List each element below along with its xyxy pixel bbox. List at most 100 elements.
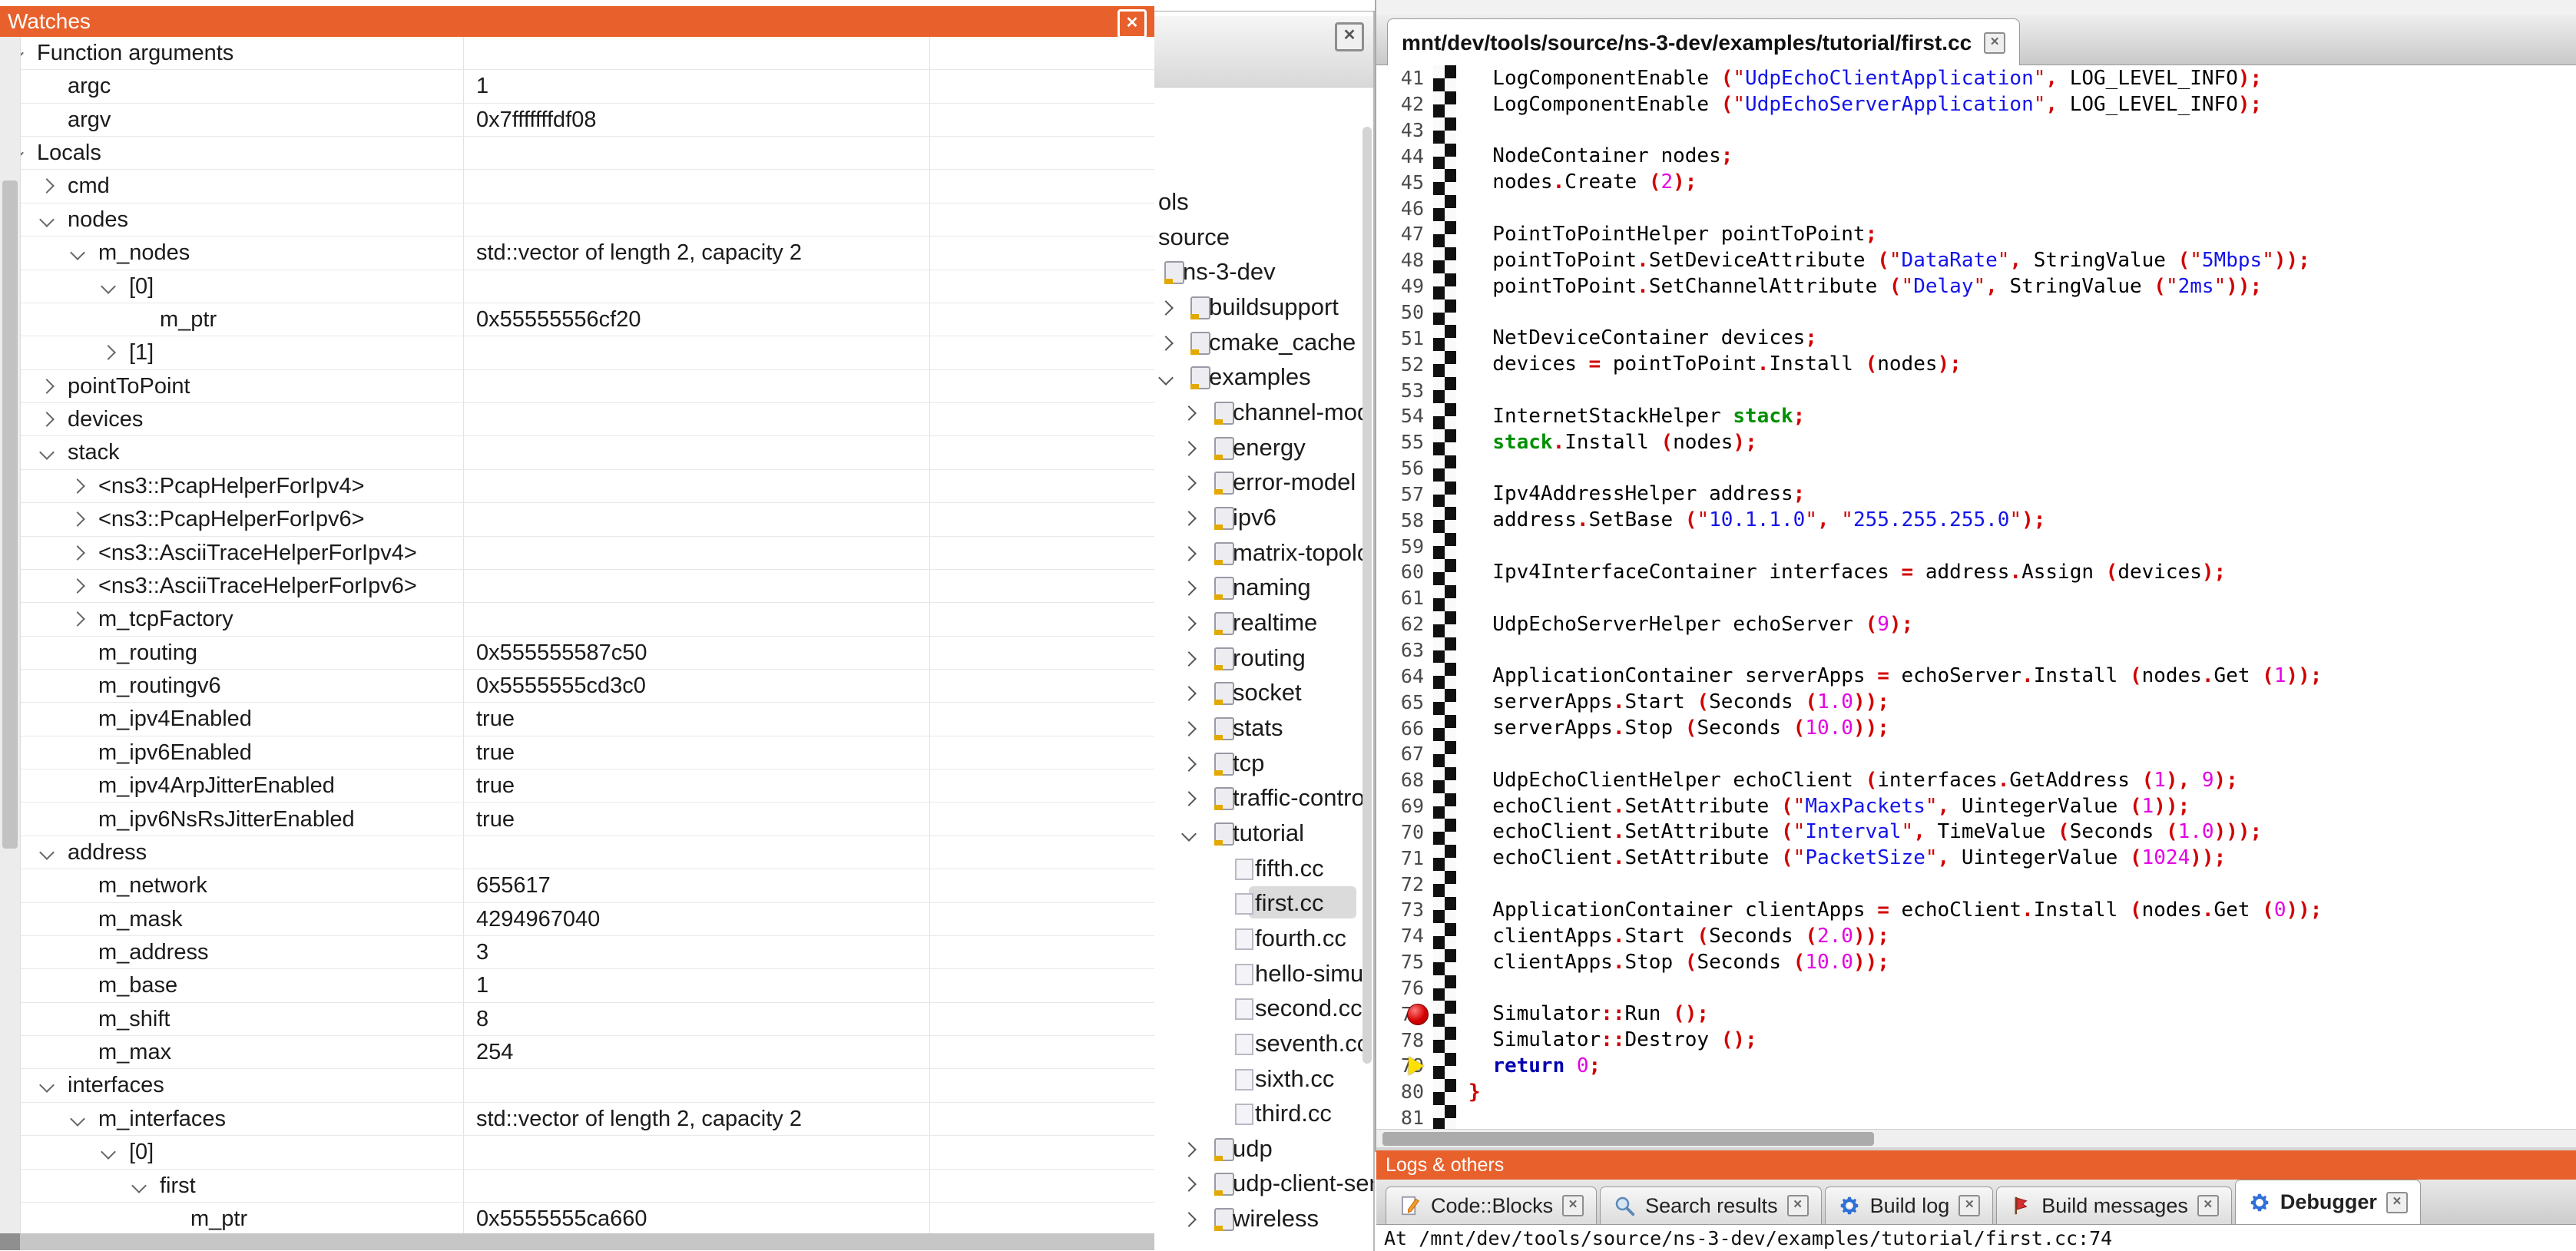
watch-row[interactable]: <ns3::PcapHelperForIpv6> — [0, 503, 1154, 536]
line-number[interactable]: 46 — [1376, 197, 1433, 220]
line-number[interactable]: 47 — [1376, 223, 1433, 245]
chevron-right-icon[interactable] — [1181, 405, 1197, 421]
chevron-down-icon[interactable] — [1158, 370, 1174, 386]
line-number[interactable]: 81 — [1376, 1107, 1433, 1129]
breakpoint-margin[interactable] — [1433, 273, 1456, 300]
chevron-right-icon[interactable] — [1181, 1212, 1197, 1227]
breakpoint-margin[interactable] — [1433, 325, 1456, 351]
watch-row[interactable]: m_address3 — [0, 936, 1154, 969]
chevron-right-icon[interactable] — [70, 478, 85, 494]
line-number[interactable]: 42 — [1376, 93, 1433, 115]
breakpoint-margin[interactable] — [1433, 767, 1456, 793]
code-line-75[interactable]: 75 clientApps.Stop (Seconds (10.0)); — [1376, 949, 2576, 975]
watch-row[interactable]: m_ptr0x55555556cf20 — [0, 303, 1154, 336]
chevron-right-icon[interactable] — [1181, 1177, 1197, 1193]
breakpoint-margin[interactable] — [1433, 871, 1456, 897]
line-number[interactable]: 70 — [1376, 821, 1433, 843]
code-line-77[interactable]: 77 Simulator::Run (); — [1376, 1001, 2576, 1027]
watch-row[interactable]: m_tcpFactory — [0, 603, 1154, 636]
chevron-right-icon[interactable] — [1181, 441, 1197, 456]
chevron-down-icon[interactable] — [101, 279, 116, 294]
tree-item-buildsupport[interactable]: buildsupport — [1154, 290, 1375, 325]
code-line-81[interactable]: 81 — [1376, 1105, 2576, 1129]
line-number[interactable]: 53 — [1376, 379, 1433, 402]
scrollbar-button[interactable] — [0, 1233, 20, 1250]
code-line-48[interactable]: 48 pointToPoint.SetDeviceAttribute ("Dat… — [1376, 247, 2576, 273]
code-line-72[interactable]: 72 — [1376, 871, 2576, 897]
chevron-right-icon[interactable] — [39, 179, 55, 194]
tree-item-energy[interactable]: energy — [1154, 431, 1375, 465]
line-number[interactable]: 61 — [1376, 587, 1433, 609]
chevron-right-icon[interactable] — [39, 412, 55, 427]
breakpoint-margin[interactable] — [1433, 949, 1456, 975]
watch-row[interactable]: [0] — [0, 270, 1154, 303]
tree-item-sixth-cc[interactable]: sixth.cc — [1154, 1062, 1375, 1097]
chevron-right-icon[interactable] — [1181, 1142, 1197, 1157]
chevron-right-icon[interactable] — [1181, 756, 1197, 772]
breakpoint-margin[interactable] — [1433, 195, 1456, 221]
line-number[interactable]: 67 — [1376, 743, 1433, 765]
scrollbar-thumb[interactable] — [2, 180, 18, 849]
breakpoint-margin[interactable] — [1433, 585, 1456, 611]
watch-row[interactable]: m_ipv6NsRsJitterEnabledtrue — [0, 803, 1154, 836]
watch-row[interactable]: interfaces — [0, 1069, 1154, 1102]
logs-tab-code-blocks[interactable]: Code::Blocks✕ — [1386, 1186, 1597, 1224]
chevron-down-icon[interactable] — [39, 212, 55, 227]
breakpoint-margin[interactable] — [1433, 247, 1456, 273]
line-number[interactable]: 56 — [1376, 457, 1433, 479]
close-icon[interactable]: ✕ — [1958, 1195, 1980, 1216]
watches-vertical-scrollbar[interactable] — [0, 37, 21, 1233]
watch-row[interactable]: m_ipv4ArpJitterEnabledtrue — [0, 769, 1154, 803]
chevron-right-icon[interactable] — [70, 545, 85, 561]
breakpoint-margin[interactable] — [1433, 533, 1456, 559]
tree-item-udp-client-ser[interactable]: udp-client-ser — [1154, 1167, 1375, 1201]
code-line-64[interactable]: 64 ApplicationContainer serverApps = ech… — [1376, 663, 2576, 689]
code-line-50[interactable]: 50 — [1376, 300, 2576, 326]
code-line-41[interactable]: 41 LogComponentEnable ("UdpEchoClientApp… — [1376, 65, 2576, 91]
tree-item-error-model[interactable]: error-model — [1154, 465, 1375, 500]
code-line-61[interactable]: 61 — [1376, 585, 2576, 611]
watch-row[interactable]: m_shift8 — [0, 1003, 1154, 1036]
tree-item-tutorial[interactable]: tutorial — [1154, 816, 1375, 851]
line-number[interactable]: 59 — [1376, 535, 1433, 558]
breakpoint-margin[interactable] — [1433, 403, 1456, 429]
code-line-51[interactable]: 51 NetDeviceContainer devices; — [1376, 325, 2576, 351]
code-line-58[interactable]: 58 address.SetBase ("10.1.1.0", "255.255… — [1376, 507, 2576, 533]
watch-row[interactable]: m_nodesstd::vector of length 2, capacity… — [0, 237, 1154, 270]
watch-row[interactable]: cmd — [0, 170, 1154, 203]
chevron-right-icon[interactable] — [1181, 475, 1197, 491]
breakpoint-margin[interactable] — [1433, 1053, 1456, 1079]
watch-row[interactable]: m_interfacesstd::vector of length 2, cap… — [0, 1103, 1154, 1136]
watch-row[interactable]: pointToPoint — [0, 370, 1154, 403]
scrollbar-thumb[interactable] — [1382, 1132, 1874, 1146]
tree-item-routing[interactable]: routing — [1154, 641, 1375, 676]
breakpoint-margin[interactable] — [1433, 1027, 1456, 1053]
code-line-52[interactable]: 52 devices = pointToPoint.Install (nodes… — [1376, 351, 2576, 377]
watch-row[interactable]: <ns3::PcapHelperForIpv4> — [0, 470, 1154, 503]
breakpoint-margin[interactable] — [1433, 793, 1456, 819]
watch-row[interactable]: m_routing0x555555587c50 — [0, 637, 1154, 670]
chevron-down-icon[interactable] — [39, 845, 55, 860]
line-number[interactable]: 64 — [1376, 665, 1433, 687]
breakpoint-margin[interactable] — [1433, 221, 1456, 247]
chevron-right-icon[interactable] — [39, 379, 55, 394]
breakpoint-margin[interactable] — [1433, 741, 1456, 767]
close-icon[interactable]: ✕ — [2386, 1192, 2408, 1213]
line-number[interactable]: 52 — [1376, 353, 1433, 376]
line-number[interactable]: 60 — [1376, 561, 1433, 583]
code-line-68[interactable]: 68 UdpEchoClientHelper echoClient (inter… — [1376, 767, 2576, 793]
tree-item-traffic-contro[interactable]: traffic-contro — [1154, 781, 1375, 816]
watch-row[interactable]: first — [0, 1170, 1154, 1203]
code-line-65[interactable]: 65 serverApps.Start (Seconds (1.0)); — [1376, 689, 2576, 715]
logs-tab-build-messages[interactable]: Build messages✕ — [1996, 1186, 2232, 1224]
breakpoint-margin[interactable] — [1433, 663, 1456, 689]
watch-row[interactable]: devices — [0, 403, 1154, 436]
breakpoint-margin[interactable] — [1433, 559, 1456, 585]
breakpoint-margin[interactable] — [1433, 1079, 1456, 1105]
breakpoint-margin[interactable] — [1433, 819, 1456, 845]
logs-tab-build-log[interactable]: Build log✕ — [1825, 1186, 1994, 1224]
close-icon[interactable]: ✕ — [1562, 1195, 1584, 1216]
watch-row[interactable]: nodes — [0, 204, 1154, 237]
breakpoint-margin[interactable] — [1433, 117, 1456, 144]
line-number[interactable]: 50 — [1376, 301, 1433, 323]
